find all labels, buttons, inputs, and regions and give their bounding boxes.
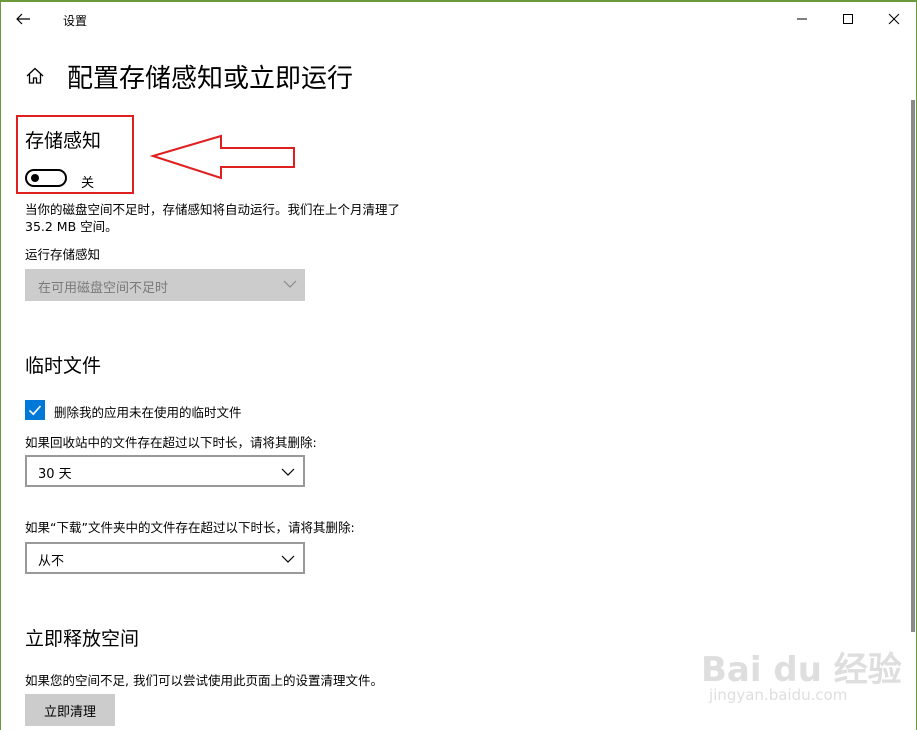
baidu-watermark: Bai du 经验 jingyan.baidu.com: [701, 642, 902, 717]
delete-temp-files-checkbox[interactable]: [25, 400, 45, 420]
run-storage-sense-label: 运行存储感知: [25, 247, 101, 262]
delete-temp-files-label: 删除我的应用未在使用的临时文件: [54, 405, 242, 420]
maximize-icon: [843, 14, 853, 24]
watermark-url: jingyan.baidu.com: [709, 686, 848, 704]
maximize-button[interactable]: [825, 7, 871, 31]
free-space-description: 如果您的空间不足, 我们可以尝试使用此页面上的设置清理文件。: [25, 673, 383, 688]
run-storage-sense-dropdown: 在可用磁盘空间不足时: [25, 269, 305, 301]
vertical-scrollbar[interactable]: [911, 100, 915, 632]
window-title: 设置: [63, 14, 88, 28]
annotation-arrow-icon: [149, 134, 295, 180]
back-button[interactable]: [11, 7, 35, 31]
minimize-icon: [797, 18, 807, 20]
dropdown-value: 在可用磁盘空间不足时: [38, 281, 169, 296]
dropdown-value: 30 天: [38, 467, 72, 482]
free-space-heading: 立即释放空间: [25, 628, 140, 650]
chevron-down-icon: [281, 468, 295, 476]
recycle-bin-label: 如果回收站中的文件存在超过以下时长，请将其删除:: [25, 435, 317, 450]
chevron-down-icon: [281, 555, 295, 563]
home-icon[interactable]: [23, 64, 47, 88]
clean-now-button[interactable]: 立即清理: [25, 694, 115, 726]
downloads-folder-label: 如果“下载”文件夹中的文件存在超过以下时长，请将其删除:: [25, 520, 355, 535]
watermark-logo: Bai du 经验: [701, 650, 902, 690]
page-title: 配置存储感知或立即运行: [67, 64, 354, 94]
minimize-button[interactable]: [779, 7, 825, 31]
temp-files-heading: 临时文件: [25, 355, 102, 377]
recycle-bin-dropdown[interactable]: 30 天: [25, 455, 305, 487]
annotation-highlight-box: [16, 115, 134, 194]
close-button[interactable]: [871, 7, 916, 31]
title-bar: 设置: [1, 2, 916, 36]
downloads-folder-dropdown[interactable]: 从不: [25, 542, 305, 574]
home-glyph-icon: [26, 67, 44, 84]
chevron-down-icon: [283, 280, 297, 288]
back-arrow-icon: [16, 13, 30, 25]
checkmark-icon: [28, 405, 42, 416]
close-icon: [888, 13, 900, 25]
storage-sense-description-2: 35.2 MB 空间。: [25, 219, 118, 234]
dropdown-value: 从不: [38, 554, 65, 569]
settings-window: 设置 配置存储感知或立即运行 存储感知 关 当你的磁盘空间不足时，存储感知将自动…: [1, 2, 916, 730]
